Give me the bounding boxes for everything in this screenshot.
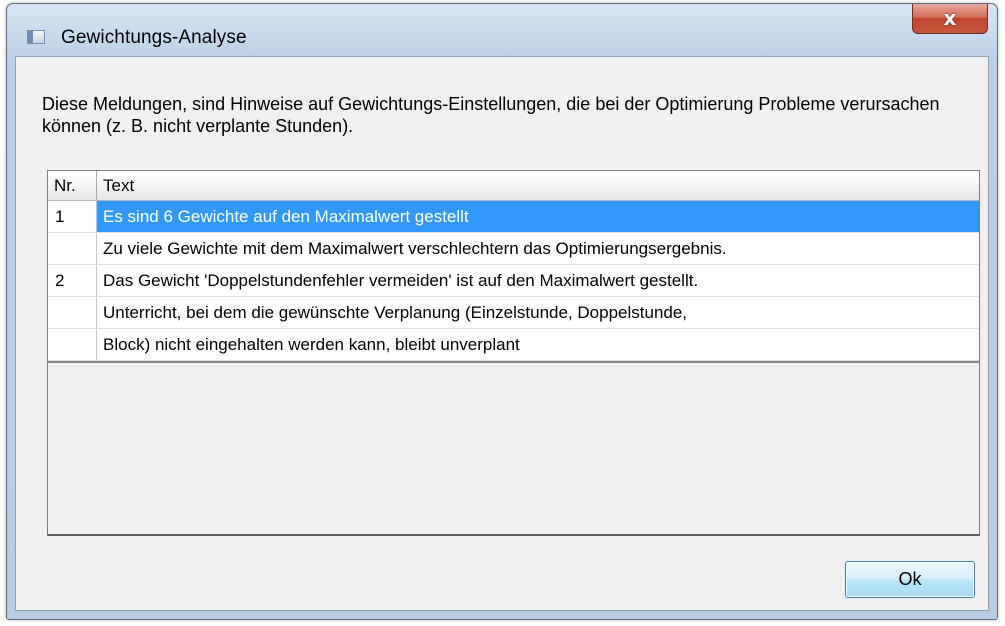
- row-text-cell: Zu viele Gewichte mit dem Maximalwert ve…: [103, 238, 727, 258]
- row-nr-cell: 2: [48, 265, 97, 296]
- row-nr-cell: [48, 297, 97, 328]
- row-text-cell: Es sind 6 Gewichte auf den Maximalwert g…: [97, 201, 979, 232]
- title-bar[interactable]: Gewichtungs-Analyse x: [7, 4, 997, 56]
- table-header: Nr. Text: [48, 171, 979, 201]
- table-row[interactable]: Block) nicht eingehalten werden kann, bl…: [48, 329, 979, 361]
- dialog-client-area: Diese Meldungen, sind Hinweise auf Gewic…: [15, 56, 989, 611]
- window-app-icon: [27, 30, 45, 44]
- row-text-cell: Unterricht, bei dem die gewünschte Verpl…: [103, 302, 688, 322]
- description-text: Diese Meldungen, sind Hinweise auf Gewic…: [42, 94, 940, 136]
- close-icon: x: [943, 5, 957, 30]
- row-text-cell: Block) nicht eingehalten werden kann, bl…: [103, 334, 520, 354]
- messages-table[interactable]: Nr. Text 1 Es sind 6 Gewichte auf den Ma…: [47, 170, 980, 536]
- column-header-nr[interactable]: Nr.: [48, 171, 97, 200]
- close-button[interactable]: x: [912, 4, 988, 34]
- column-header-text[interactable]: Text: [97, 171, 979, 200]
- dialog-window: Gewichtungs-Analyse x Diese Meldungen, s…: [6, 3, 998, 620]
- ok-button[interactable]: Ok: [845, 561, 975, 598]
- table-row[interactable]: Unterricht, bei dem die gewünschte Verpl…: [48, 297, 979, 329]
- row-nr-cell: [48, 329, 97, 360]
- table-row[interactable]: 1 Es sind 6 Gewichte auf den Maximalwert…: [48, 201, 979, 233]
- row-text-cell: Das Gewicht 'Doppelstundenfehler vermeid…: [103, 270, 699, 290]
- table-row[interactable]: 2 Das Gewicht 'Doppelstundenfehler verme…: [48, 265, 979, 297]
- messages-table-body: Nr. Text 1 Es sind 6 Gewichte auf den Ma…: [48, 171, 979, 363]
- row-nr-cell: [48, 233, 97, 264]
- window-title: Gewichtungs-Analyse: [61, 27, 247, 48]
- table-row[interactable]: Zu viele Gewichte mit dem Maximalwert ve…: [48, 233, 979, 265]
- row-nr-cell: 1: [48, 201, 97, 232]
